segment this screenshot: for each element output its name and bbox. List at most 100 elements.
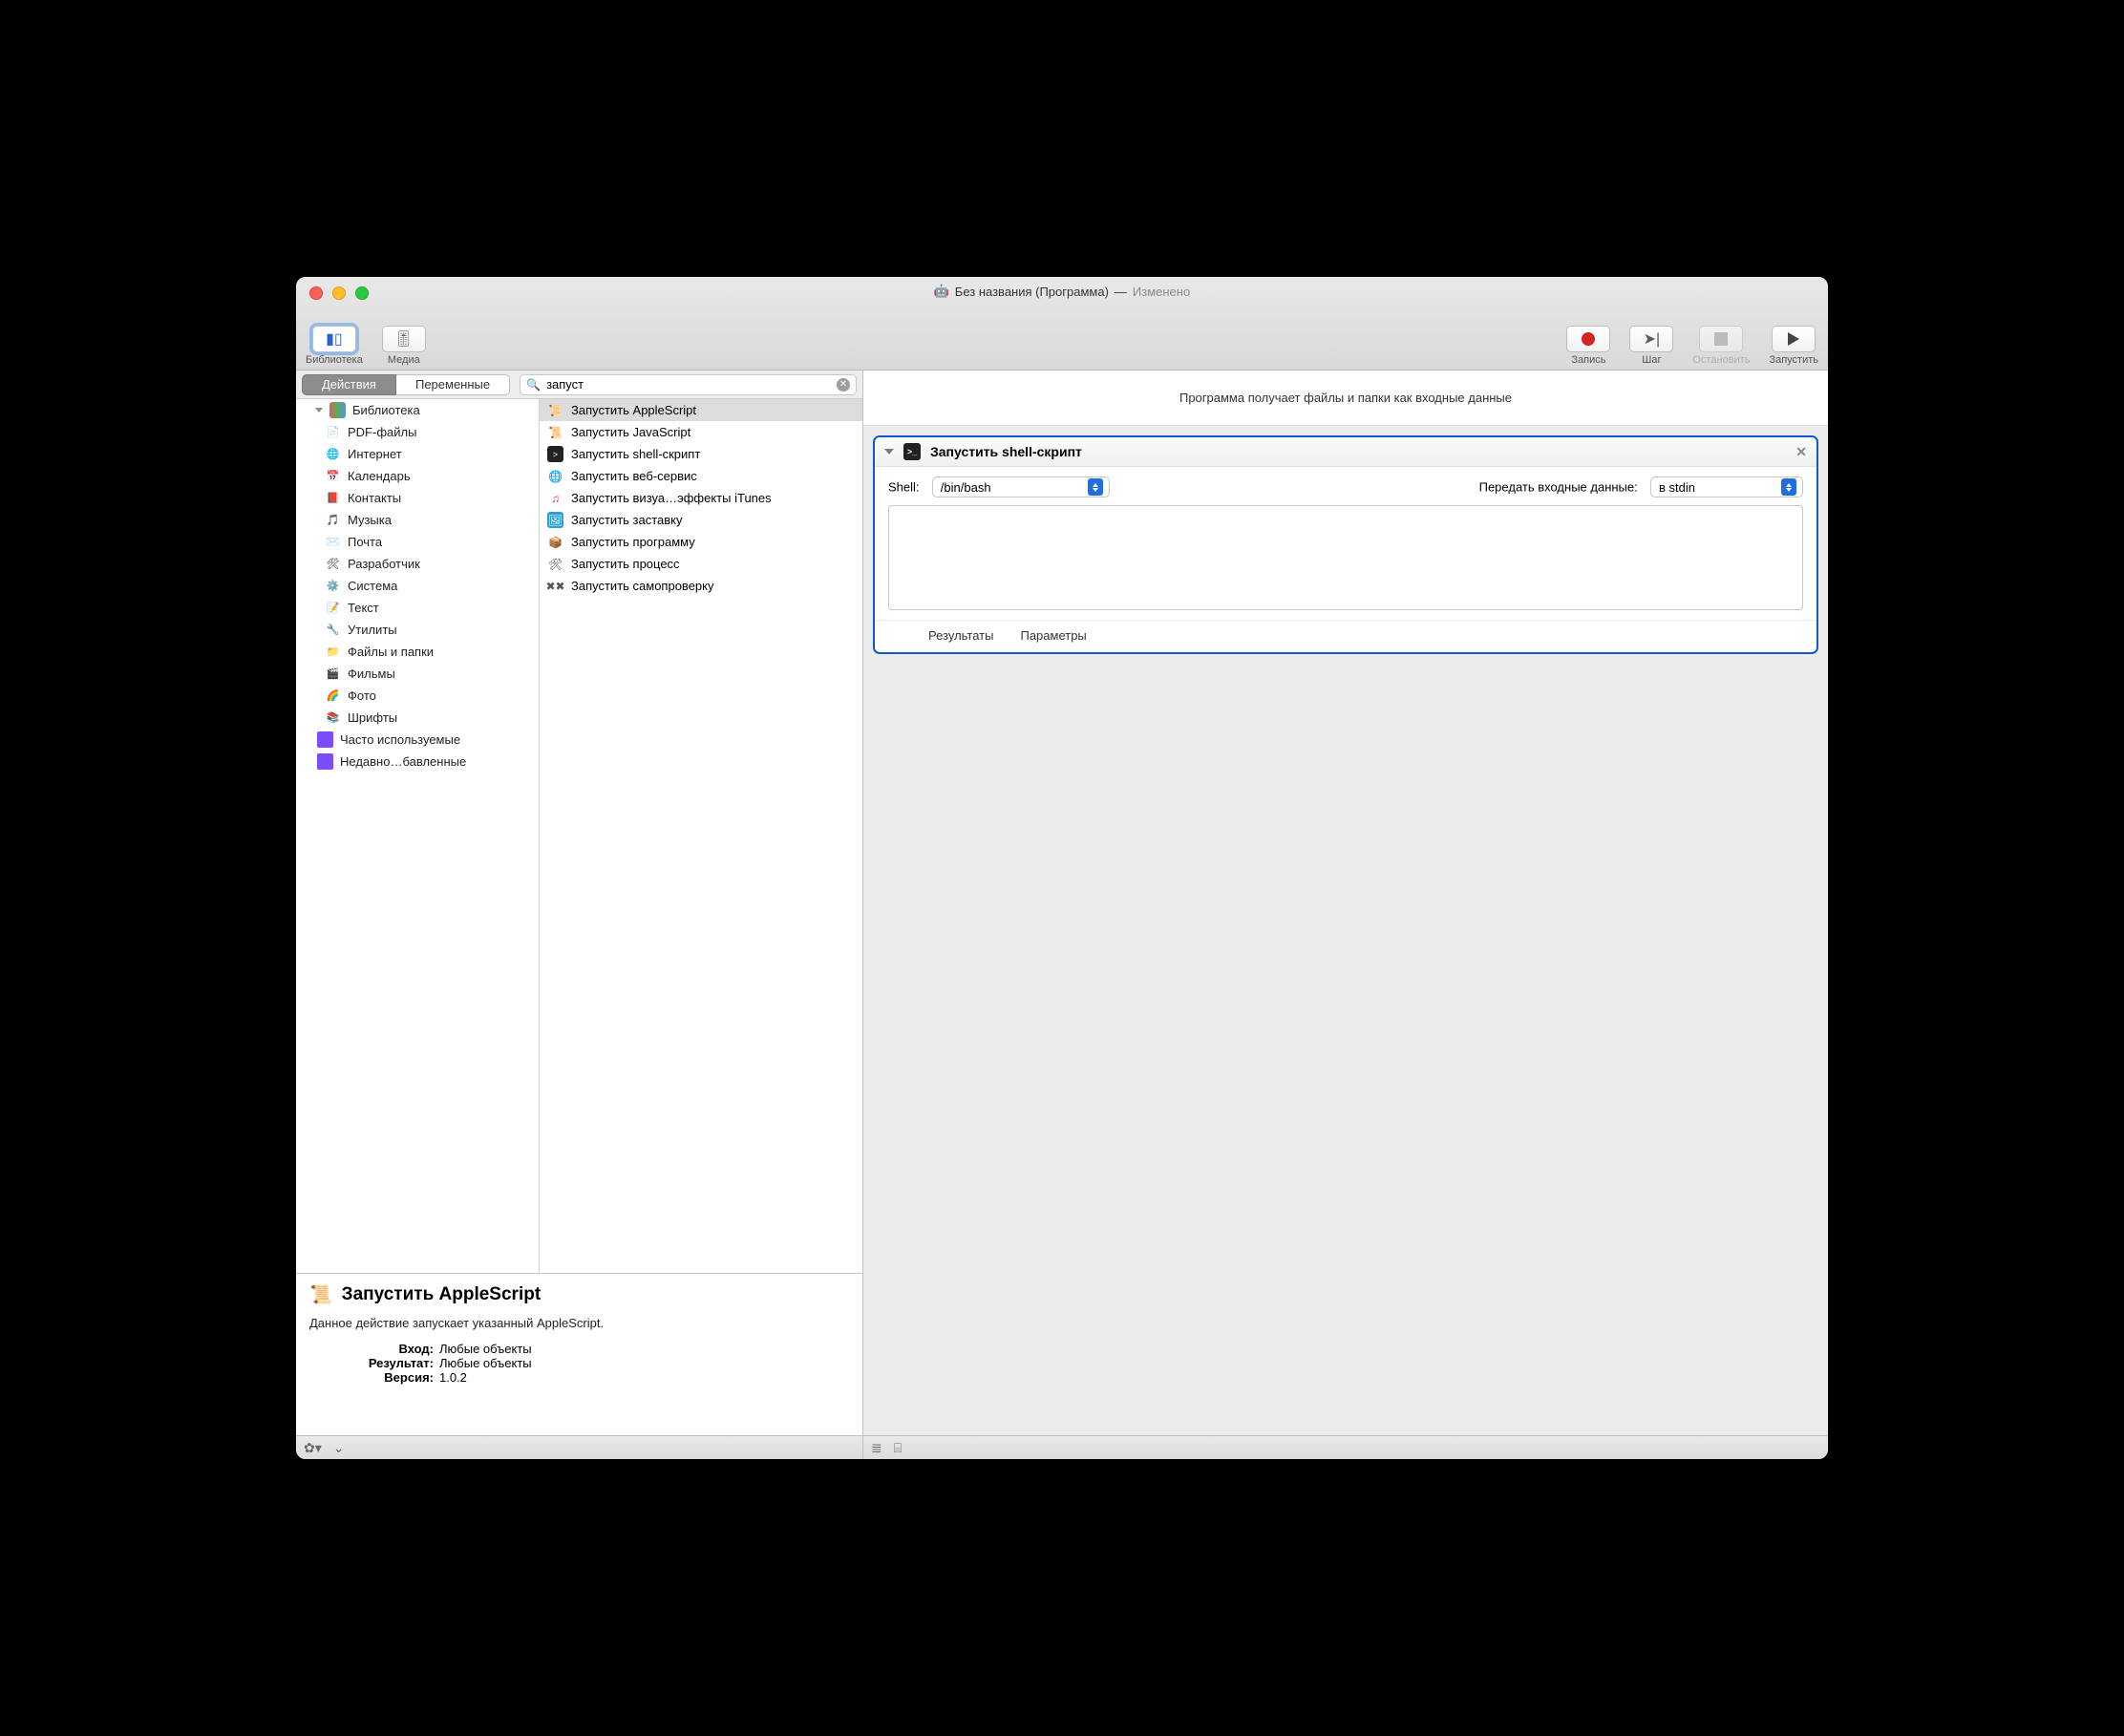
library-item[interactable]: 🎬Фильмы <box>296 663 539 685</box>
tab-variables[interactable]: Переменные <box>396 374 510 395</box>
gear-icon[interactable]: ✿▾ <box>304 1440 322 1456</box>
description-panel: 📜 Запустить AppleScript Данное действие … <box>296 1273 862 1435</box>
library-item[interactable]: ✉️Почта <box>296 531 539 553</box>
description-title: 📜 Запустить AppleScript <box>309 1283 849 1306</box>
tab-actions[interactable]: Действия <box>302 374 396 395</box>
applescript-icon: 📜 <box>309 1283 332 1306</box>
record-icon <box>1582 332 1595 346</box>
sidebar-bottombar: ✿▾ ⌄ <box>296 1435 862 1459</box>
toolbar-record[interactable]: Запись <box>1566 326 1610 366</box>
close-icon[interactable] <box>309 286 323 300</box>
library-item[interactable]: 📅Календарь <box>296 465 539 487</box>
title-text: Без названия (Программа) <box>955 285 1109 299</box>
search-field[interactable]: ✕ <box>520 374 857 395</box>
tab-options[interactable]: Параметры <box>1020 628 1086 643</box>
library-item[interactable]: 📕Контакты <box>296 487 539 509</box>
library-books-icon <box>329 402 346 418</box>
log-view-icon[interactable] <box>871 1440 882 1456</box>
toolbar-library[interactable]: ▮▯ Библиотека <box>306 326 363 366</box>
action-list-item[interactable]: >Запустить shell-скрипт <box>540 443 862 465</box>
itunes-icon: ♫ <box>547 490 563 506</box>
action-list-item[interactable]: 🛠Запустить процесс <box>540 553 862 575</box>
search-input[interactable] <box>546 377 831 392</box>
chevron-updown-icon <box>1088 478 1103 496</box>
automator-icon: 🤖 <box>934 284 949 299</box>
library-item[interactable]: 📁Файлы и папки <box>296 641 539 663</box>
chevron-down-icon <box>884 449 894 455</box>
workflow-view-icon[interactable] <box>894 1440 902 1456</box>
library-smart-folder[interactable]: Недавно…бавленные <box>304 751 539 773</box>
action-list-item[interactable]: 🌐Запустить веб-сервис <box>540 465 862 487</box>
action-controls: Shell: /bin/bash Передать входные данные… <box>875 467 1816 503</box>
library-item[interactable]: 🌈Фото <box>296 685 539 707</box>
workflow-input-hint: Программа получает файлы и папки как вхо… <box>863 370 1828 426</box>
library-item[interactable]: 🛠Разработчик <box>296 553 539 575</box>
titlebar: 🤖 Без названия (Программа) — Изменено ▮▯… <box>296 277 1828 370</box>
workflow-body[interactable]: >_ Запустить shell-скрипт ✕ Shell: /bin/… <box>863 426 1828 1435</box>
pass-input-select[interactable]: в stdin <box>1650 476 1803 498</box>
title-status: Изменено <box>1133 285 1190 299</box>
library-smart-folder[interactable]: Часто используемые <box>304 729 539 751</box>
tab-results[interactable]: Результаты <box>928 628 993 643</box>
toolbar-run[interactable]: Запустить <box>1769 326 1818 366</box>
zoom-icon[interactable] <box>355 286 369 300</box>
toolbar-stop: Остановить <box>1692 326 1750 366</box>
pic-icon: 🖼 <box>547 512 563 528</box>
library-column: Библиотека 📄PDF-файлы🌐Интернет📅Календарь… <box>296 399 540 1273</box>
library-item-icon: ✉️ <box>325 534 341 550</box>
workflow-canvas: Программа получает файлы и папки как вхо… <box>863 370 1828 1459</box>
media-icon: 🎚 <box>394 329 414 349</box>
app-window: 🤖 Без названия (Программа) — Изменено ▮▯… <box>296 277 1828 1459</box>
tools-icon: 🛠 <box>547 556 563 572</box>
library-icon: ▮▯ <box>326 329 343 349</box>
action-list-item[interactable]: 📜Запустить JavaScript <box>540 421 862 443</box>
library-root[interactable]: Библиотека <box>296 399 539 421</box>
library-item-icon: 🌈 <box>325 688 341 704</box>
toolbar-media[interactable]: 🎚 Медиа <box>382 326 426 366</box>
action-list-item[interactable]: 🖼Запустить заставку <box>540 509 862 531</box>
toolbar-step[interactable]: ➤| Шаг <box>1629 326 1673 366</box>
sidebar: Действия Переменные ✕ Библиотека 📄PD <box>296 370 863 1459</box>
sidebar-columns: Библиотека 📄PDF-файлы🌐Интернет📅Календарь… <box>296 399 862 1273</box>
actions-column: 📜Запустить AppleScript📜Запустить JavaScr… <box>540 399 862 1273</box>
script-textarea[interactable] <box>888 505 1803 610</box>
play-icon <box>1788 332 1799 346</box>
library-item[interactable]: 🌐Интернет <box>296 443 539 465</box>
library-item[interactable]: 🎵Музыка <box>296 509 539 531</box>
clear-search-icon[interactable]: ✕ <box>837 378 850 392</box>
content: Действия Переменные ✕ Библиотека 📄PD <box>296 370 1828 1459</box>
action-list-item[interactable]: 📜Запустить AppleScript <box>540 399 862 421</box>
toolbar-right: Запись ➤| Шаг Остановить Запустить <box>1566 326 1818 366</box>
shell-select[interactable]: /bin/bash <box>932 476 1110 498</box>
library-item-icon: 📁 <box>325 644 341 660</box>
library-item[interactable]: 📄PDF-файлы <box>296 421 539 443</box>
action-list-item[interactable]: ♫Запустить визуа…эффекты iTunes <box>540 487 862 509</box>
action-list-item[interactable]: 📦Запустить программу <box>540 531 862 553</box>
toolbar: ▮▯ Библиотека 🎚 Медиа Запись ➤| Шаг <box>296 326 1828 366</box>
library-item[interactable]: 🔧Утилиты <box>296 619 539 641</box>
script-icon: 📜 <box>547 402 563 418</box>
minimize-icon[interactable] <box>332 286 346 300</box>
description-meta: Вход:Любые объектыРезультат:Любые объект… <box>309 1342 849 1385</box>
library-item-icon: 📚 <box>325 709 341 726</box>
library-item[interactable]: ⚙️Система <box>296 575 539 597</box>
library-item-icon: 📕 <box>325 490 341 506</box>
action-list-item[interactable]: ✖✖Запустить самопроверку <box>540 575 862 597</box>
library-item-icon: 📅 <box>325 468 341 484</box>
stop-icon <box>1714 332 1728 346</box>
shell-label: Shell: <box>888 480 920 495</box>
term-icon: > <box>547 446 563 462</box>
library-item-icon: 📝 <box>325 600 341 616</box>
segmented-control: Действия Переменные <box>302 374 510 395</box>
library-item-icon: ⚙️ <box>325 578 341 594</box>
search-icon <box>526 377 541 392</box>
library-item-icon: 📄 <box>325 424 341 440</box>
library-item[interactable]: 📝Текст <box>296 597 539 619</box>
canvas-bottombar <box>863 1435 1828 1459</box>
toggle-description-icon[interactable]: ⌄ <box>333 1440 345 1456</box>
library-item-icon: 🛠 <box>325 556 341 572</box>
action-header[interactable]: >_ Запустить shell-скрипт ✕ <box>875 437 1816 467</box>
library-item[interactable]: 📚Шрифты <box>296 707 539 729</box>
sidebar-header: Действия Переменные ✕ <box>296 370 862 399</box>
remove-action-icon[interactable]: ✕ <box>1795 444 1807 460</box>
